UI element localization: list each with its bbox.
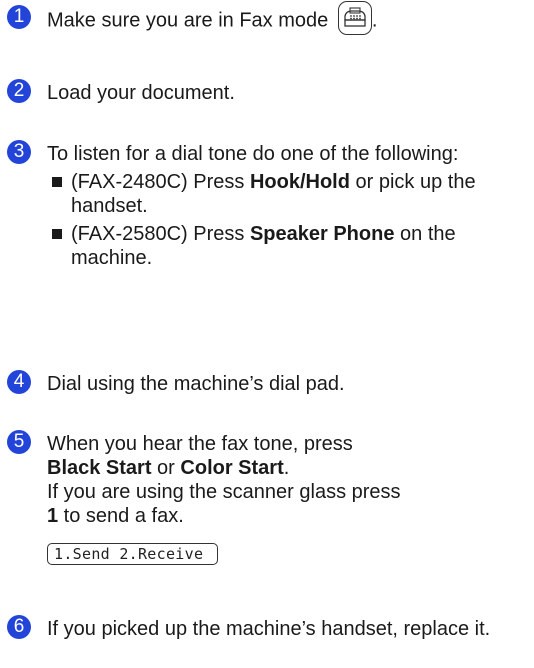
punctuation: . xyxy=(283,457,290,479)
step-instruction: Load your document. xyxy=(47,82,235,104)
step-number-badge: 5 xyxy=(7,430,31,454)
bullet-text: (FAX-2580C) Press xyxy=(71,223,250,245)
step-instruction-line: 1 to send a fax. xyxy=(47,504,507,528)
step-number-badge: 4 xyxy=(7,370,31,394)
step-instruction-line: When you hear the fax tone, press xyxy=(47,433,353,455)
button-name: Speaker Phone xyxy=(249,223,395,245)
step-instruction-text: to send a fax. xyxy=(58,505,184,527)
fax-mode-icon xyxy=(337,1,372,35)
button-name: Black Start xyxy=(47,457,152,479)
bullet-text: (FAX-2480C) Press xyxy=(71,171,250,193)
square-bullet-icon xyxy=(52,229,62,239)
button-name: Color Start xyxy=(180,457,284,479)
square-bullet-icon xyxy=(52,177,62,187)
bullet-item: (FAX-2480C) Press Hook/Hold or pick up t… xyxy=(49,170,487,218)
step-instruction: Make sure you are in Fax mode xyxy=(47,9,329,32)
button-name: 1 xyxy=(47,505,59,527)
step-suffix: . xyxy=(371,9,378,32)
step-instruction: Dial using the machine’s dial pad. xyxy=(47,373,345,395)
connector-text: or xyxy=(151,457,181,479)
step-instruction-line: Black Start or Color Start. xyxy=(47,456,507,480)
step-text: When you hear the fax tone, press Black … xyxy=(47,432,507,565)
lcd-wrapper: 1.Send 2.Receive xyxy=(47,541,507,565)
step-instruction: If you picked up the machine’s handset, … xyxy=(47,618,491,640)
step-number-badge: 6 xyxy=(7,615,31,639)
step-text: To listen for a dial tone do one of the … xyxy=(47,142,487,270)
step-instruction: To listen for a dial tone do one of the … xyxy=(47,143,459,165)
step-text: Make sure you are in Fax mode . xyxy=(47,1,527,35)
bullet-item: (FAX-2580C) Press Speaker Phone on the m… xyxy=(49,222,487,270)
lcd-display: 1.Send 2.Receive xyxy=(47,543,219,565)
step-instruction-line: If you are using the scanner glass press xyxy=(47,481,401,503)
step-number-badge: 1 xyxy=(7,5,31,29)
step-number-badge: 2 xyxy=(7,79,31,103)
step-number-badge: 3 xyxy=(7,140,31,164)
button-name: Hook/Hold xyxy=(249,171,350,193)
